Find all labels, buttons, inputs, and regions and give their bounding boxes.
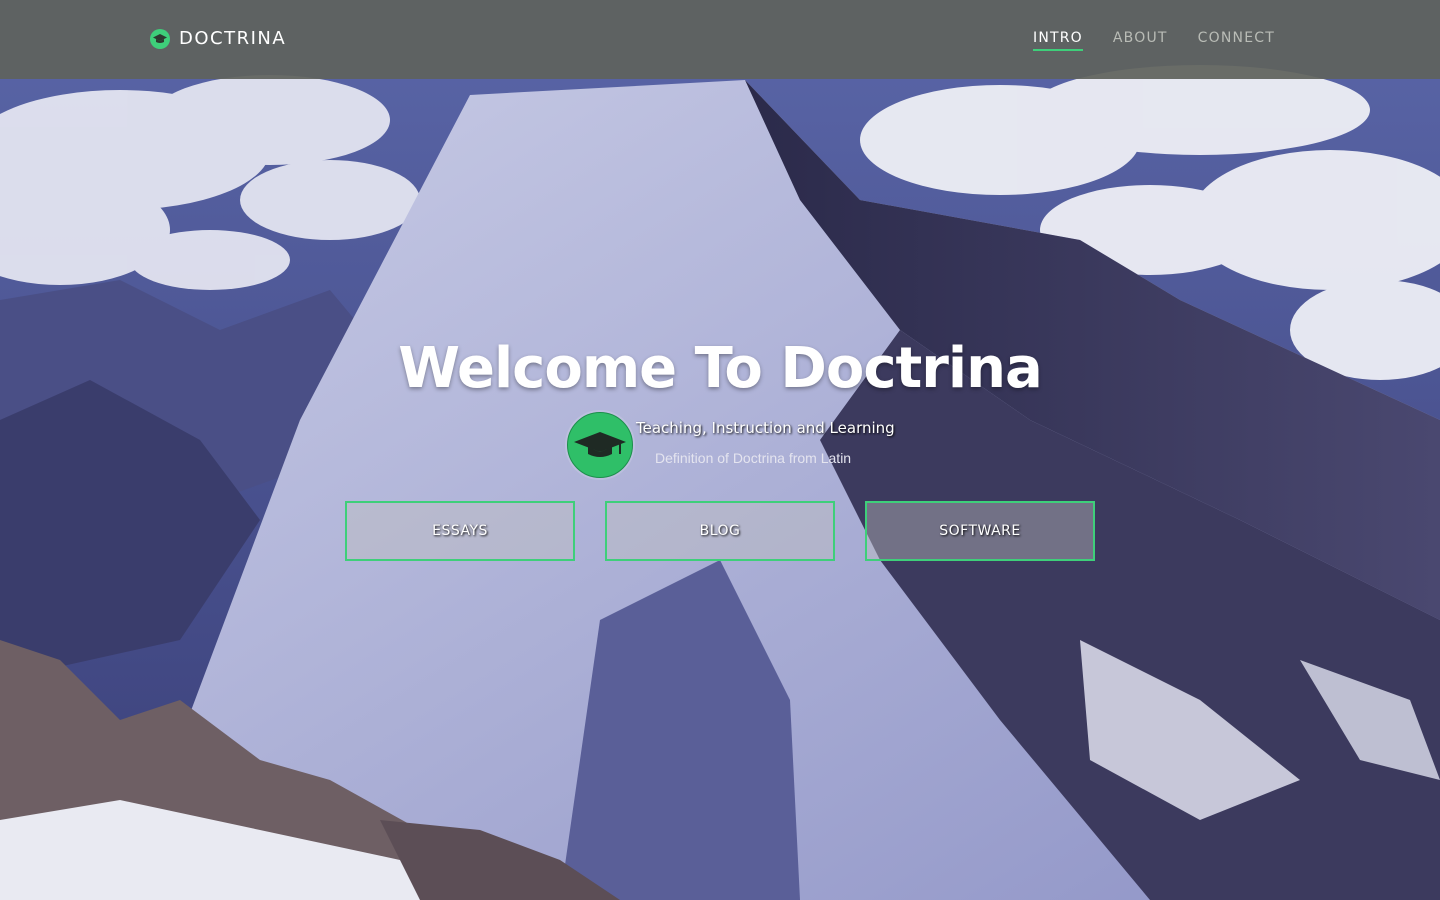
hero-tagline: Teaching, Instruction and Learning — [636, 419, 895, 437]
blog-button[interactable]: BLOG — [605, 501, 835, 561]
nav-link-connect[interactable]: CONNECT — [1198, 30, 1275, 51]
brand-logo-link[interactable]: DOCTRINA — [150, 28, 286, 49]
graduation-cap-icon — [567, 412, 633, 478]
essays-button[interactable]: ESSAYS — [345, 501, 575, 561]
hero-title: Welcome To Doctrina — [398, 336, 1043, 401]
nav-link-intro[interactable]: INTRO — [1033, 30, 1083, 51]
top-navbar: DOCTRINA INTRO ABOUT CONNECT — [0, 0, 1440, 79]
nav-links: INTRO ABOUT CONNECT — [1033, 30, 1275, 51]
hero-subtitle: Definition of Doctrina from Latin — [655, 450, 852, 466]
graduation-cap-icon — [150, 28, 170, 49]
software-button[interactable]: SOFTWARE — [865, 501, 1095, 561]
nav-link-about[interactable]: ABOUT — [1113, 30, 1168, 51]
brand-name: DOCTRINA — [179, 28, 287, 49]
